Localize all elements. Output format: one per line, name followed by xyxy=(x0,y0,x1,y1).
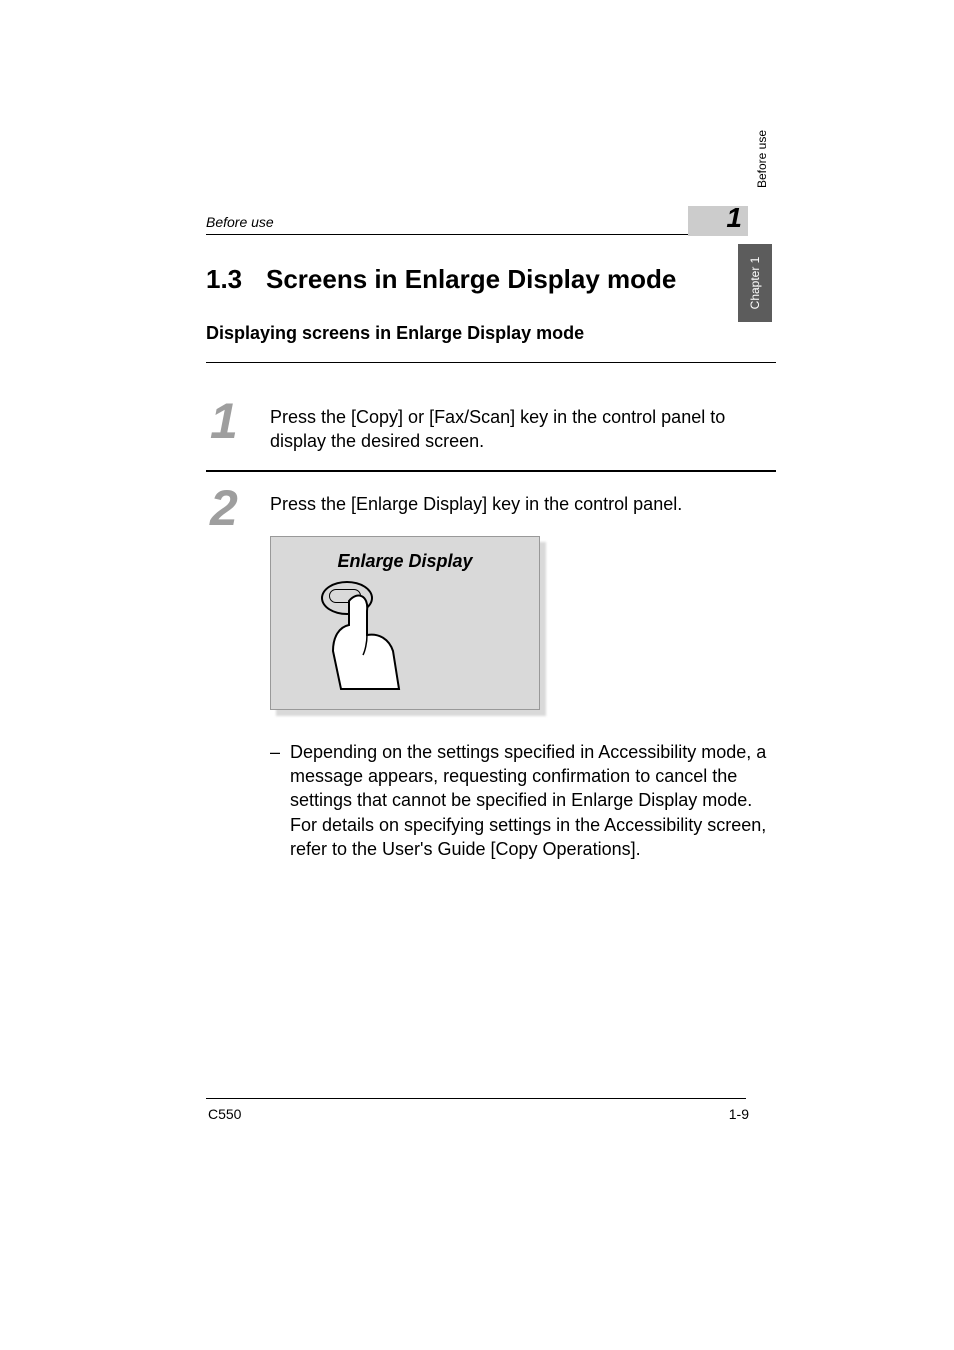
step-body: Press the [Enlarge Display] key in the c… xyxy=(270,486,776,862)
note-bullet: – Depending on the settings specified in… xyxy=(270,740,770,861)
footer-page-number: 1-9 xyxy=(729,1106,749,1122)
note-text: Depending on the settings specified in A… xyxy=(290,740,770,861)
step-2: 2 Press the [Enlarge Display] key in the… xyxy=(206,472,776,878)
side-label-section: Before use xyxy=(755,130,769,330)
chapter-number: 1 xyxy=(726,202,742,234)
step-1: 1 Press the [Copy] or [Fax/Scan] key in … xyxy=(206,385,776,472)
enlarge-display-illustration: Enlarge Display xyxy=(270,536,546,716)
section-number: 1.3 xyxy=(206,264,266,295)
step-number: 2 xyxy=(206,486,270,531)
sub-heading: Displaying screens in Enlarge Display mo… xyxy=(206,323,776,363)
running-head: Before use xyxy=(206,214,274,230)
dash-icon: – xyxy=(270,740,290,861)
illustration-title: Enlarge Display xyxy=(271,549,539,573)
header-rule xyxy=(206,234,746,235)
step-number: 1 xyxy=(206,399,270,444)
section-heading: 1.3Screens in Enlarge Display mode xyxy=(206,264,746,295)
step-text: Press the [Enlarge Display] key in the c… xyxy=(270,492,770,516)
main-content: 1.3Screens in Enlarge Display mode Displ… xyxy=(236,264,746,877)
hand-press-icon xyxy=(327,593,417,703)
footer-rule xyxy=(206,1098,746,1099)
step-text: Press the [Copy] or [Fax/Scan] key in th… xyxy=(270,399,776,454)
chapter-badge: 1 xyxy=(688,206,748,236)
footer-model: C550 xyxy=(208,1106,241,1122)
section-title: Screens in Enlarge Display mode xyxy=(266,264,676,294)
